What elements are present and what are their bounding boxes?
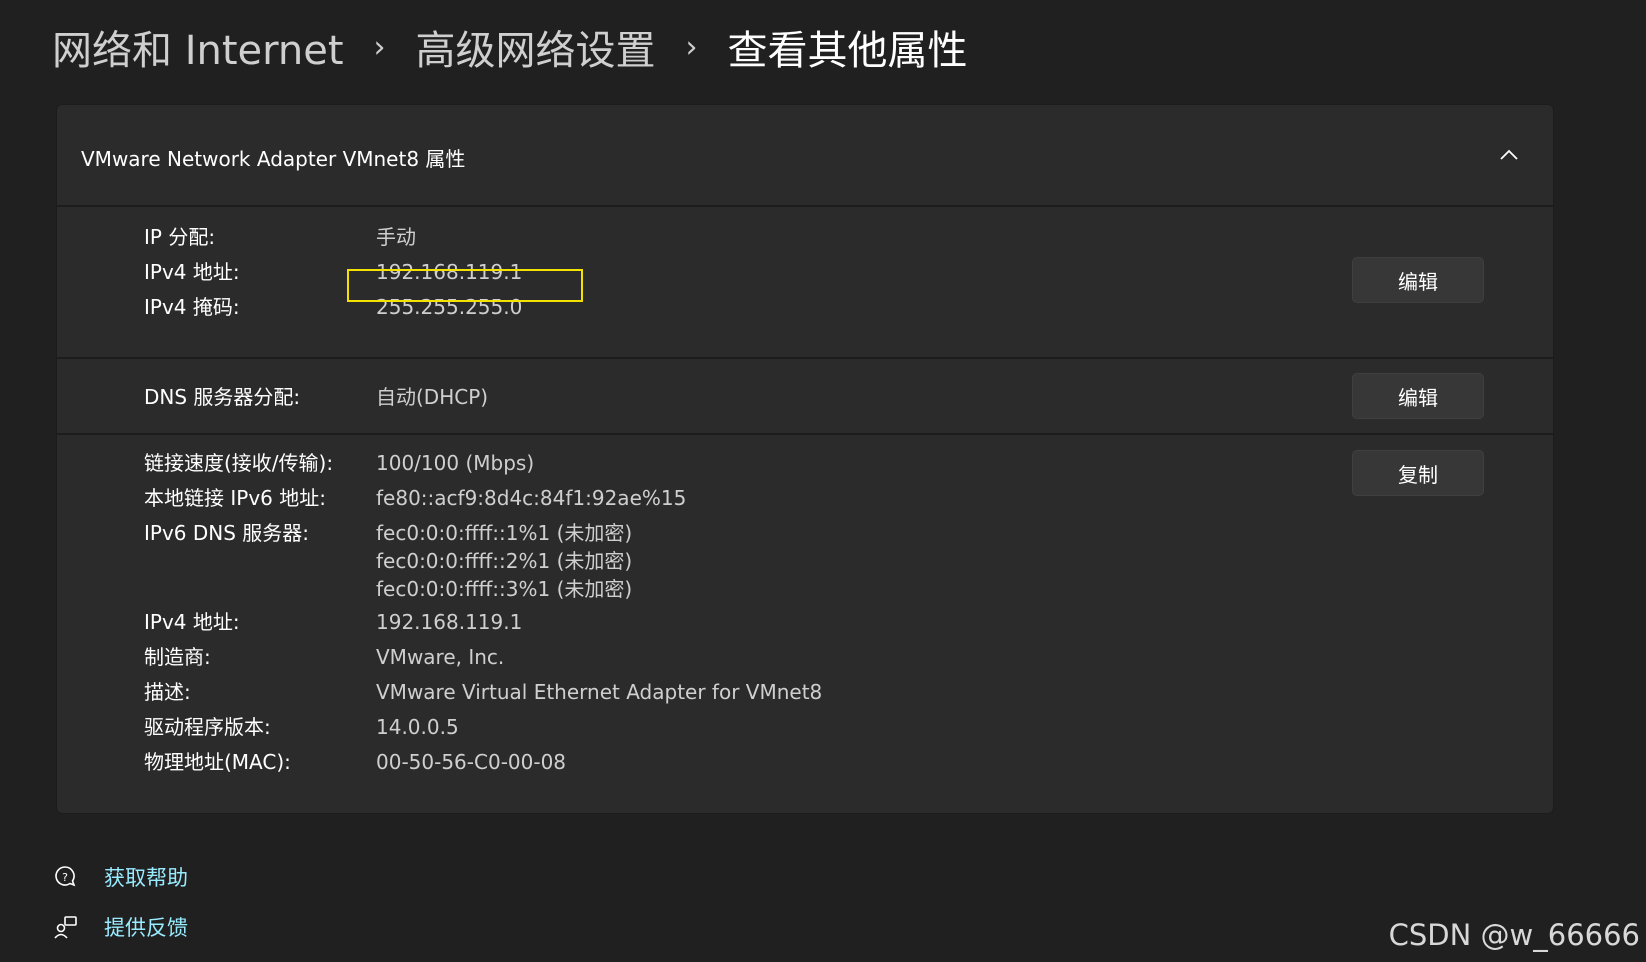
- dns-assignment-label: DNS 服务器分配:: [144, 385, 301, 409]
- details-section: 链接速度(接收/传输): 100/100 (Mbps) 本地链接 IPv6 地址…: [57, 435, 1553, 813]
- ipv6-link-local-value: fe80::acf9:8d4c:84f1:92ae%15: [376, 486, 687, 510]
- edit-dns-button[interactable]: 编辑: [1352, 373, 1484, 419]
- description-value: VMware Virtual Ethernet Adapter for VMne…: [376, 680, 823, 704]
- manufacturer-value: VMware, Inc.: [376, 645, 505, 669]
- page-title: 查看其他属性: [727, 28, 968, 74]
- breadcrumb: 网络和 Internet › 高级网络设置 › 查看其他属性: [52, 18, 968, 76]
- dns-assignment-section: DNS 服务器分配: 自动(DHCP) 编辑: [57, 359, 1553, 435]
- adapter-properties-card: VMware Network Adapter VMnet8 属性 IP 分配: …: [56, 104, 1554, 814]
- details-ipv4-label: IPv4 地址:: [144, 610, 240, 634]
- ipv6-dns-label: IPv6 DNS 服务器:: [144, 521, 310, 545]
- ip-assignment-value: 手动: [376, 225, 416, 249]
- feedback-person-icon: [52, 913, 80, 941]
- description-label: 描述:: [144, 680, 191, 704]
- ipv6-dns-value: fec0:0:0:ffff::3%1 (未加密): [376, 577, 633, 601]
- link-speed-label: 链接速度(接收/传输):: [144, 451, 334, 475]
- edit-ip-button[interactable]: 编辑: [1352, 257, 1484, 303]
- ipv6-dns-value: fec0:0:0:ffff::2%1 (未加密): [376, 549, 633, 573]
- dns-assignment-value: 自动(DHCP): [376, 385, 489, 409]
- ipv6-dns-values: fec0:0:0:ffff::1%1 (未加密) fec0:0:0:ffff::…: [376, 519, 632, 603]
- chevron-up-icon: [1500, 149, 1518, 160]
- driver-version-value: 14.0.0.5: [376, 715, 459, 739]
- ipv6-dns-value: fec0:0:0:ffff::1%1 (未加密): [376, 521, 633, 545]
- ip-assignment-label: IP 分配:: [144, 225, 216, 249]
- ip-assignment-section: IP 分配: 手动 IPv4 地址: 192.168.119.1 IPv4 掩码…: [57, 207, 1553, 359]
- details-ipv4-value: 192.168.119.1: [376, 610, 523, 634]
- mac-address-value: 00-50-56-C0-00-08: [376, 750, 567, 774]
- link-speed-value: 100/100 (Mbps): [376, 451, 535, 475]
- watermark: CSDN @w_66666: [1388, 918, 1640, 952]
- breadcrumb-chevron-icon: ›: [373, 29, 386, 65]
- get-help-link[interactable]: ? 获取帮助: [52, 862, 188, 892]
- collapse-button[interactable]: [1489, 135, 1529, 175]
- breadcrumb-network-internet[interactable]: 网络和 Internet: [52, 18, 344, 76]
- settings-page: 网络和 Internet › 高级网络设置 › 查看其他属性 VMware Ne…: [0, 0, 1646, 962]
- ipv6-link-local-label: 本地链接 IPv6 地址:: [144, 486, 326, 510]
- give-feedback-link[interactable]: 提供反馈: [52, 912, 188, 942]
- manufacturer-label: 制造商:: [144, 645, 211, 669]
- give-feedback-label[interactable]: 提供反馈: [104, 912, 188, 942]
- copy-button[interactable]: 复制: [1352, 450, 1484, 496]
- ipv4-address-label: IPv4 地址:: [144, 260, 240, 284]
- help-chat-icon: ?: [52, 863, 80, 891]
- ipv4-mask-label: IPv4 掩码:: [144, 295, 240, 319]
- get-help-label[interactable]: 获取帮助: [104, 862, 188, 892]
- breadcrumb-chevron-icon: ›: [685, 29, 698, 65]
- breadcrumb-advanced-network-settings[interactable]: 高级网络设置: [416, 18, 656, 76]
- driver-version-label: 驱动程序版本:: [144, 715, 271, 739]
- highlight-box: [347, 269, 583, 302]
- mac-address-label: 物理地址(MAC):: [144, 750, 291, 774]
- card-header[interactable]: VMware Network Adapter VMnet8 属性: [57, 105, 1553, 207]
- card-title: VMware Network Adapter VMnet8 属性: [81, 147, 466, 171]
- svg-text:?: ?: [62, 871, 68, 884]
